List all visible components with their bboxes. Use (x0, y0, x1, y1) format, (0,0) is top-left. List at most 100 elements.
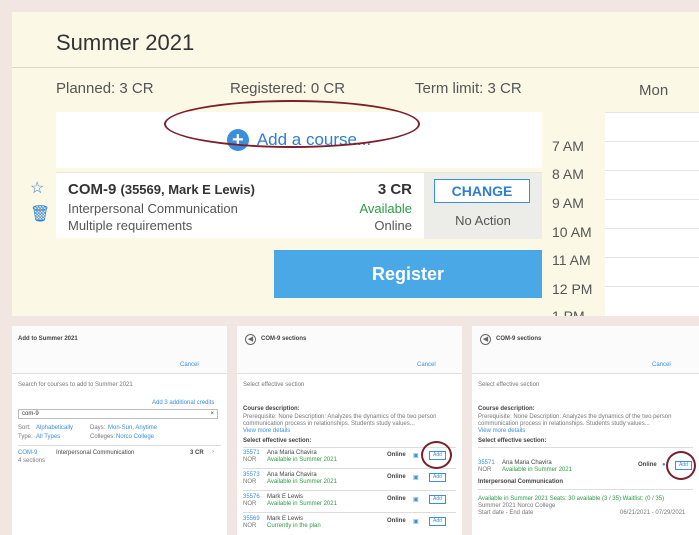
section-id[interactable]: 35573 (243, 472, 260, 478)
cancel-button[interactable]: Cancel (652, 362, 671, 368)
calendar-icon[interactable]: ▣ (413, 452, 419, 459)
section-mode: Online (638, 462, 657, 468)
term-card: Summer 2021 Planned: 3 CR Registered: 0 … (12, 12, 699, 316)
term-college: Summer 2021 Norco College (478, 503, 556, 509)
section-mode: Online (387, 452, 406, 458)
panel-title: COM-9 sections (261, 336, 307, 342)
section-status: Available in Summer 2021 (267, 501, 337, 507)
section-instructor: Mark E Lewis (267, 516, 304, 522)
view-more-link[interactable]: View more details (243, 428, 290, 434)
action-status: No Action (455, 213, 511, 228)
back-icon[interactable]: ◀ (480, 334, 491, 345)
calendar-column (605, 112, 699, 316)
section-id[interactable]: 35576 (243, 494, 260, 500)
trash-icon[interactable]: 🗑 (30, 204, 50, 224)
add-section-button[interactable]: Add (675, 461, 692, 470)
colleges-value[interactable]: Norco College (116, 434, 154, 440)
divider (12, 67, 699, 68)
term-title: Summer 2021 (56, 30, 195, 55)
cancel-button[interactable]: Cancel (180, 362, 199, 368)
section-status: Available in Summer 2021 (267, 479, 337, 485)
course-code-text: COM-9 (68, 181, 117, 198)
calendar-row (605, 199, 699, 200)
panel-hint: Search for courses to add to Summer 2021 (18, 382, 133, 388)
section-mode: Online (387, 474, 406, 480)
planned-credits: Planned: 3 CR (56, 80, 154, 97)
add-course-panel: Add to Summer 2021 Cancel Search for cou… (12, 326, 227, 535)
divider (243, 512, 456, 513)
add-section-button[interactable]: Add (429, 517, 446, 526)
add-section-button[interactable]: Add (429, 495, 446, 504)
section-id[interactable]: 35569 (243, 516, 260, 522)
section-mode: Online (387, 518, 406, 524)
course-status: Available (359, 201, 412, 216)
calendar-row (605, 170, 699, 171)
calendar-icon[interactable]: ▣ (413, 518, 419, 525)
course-title: Interpersonal Communication (68, 201, 238, 216)
course-title: Interpersonal Communication (478, 479, 564, 485)
planned-course-card: COM-9 (35569, Mark E Lewis) Interpersona… (56, 172, 542, 239)
section-college: NOR (243, 501, 257, 507)
section-college: NOR (478, 467, 492, 473)
time-label: 10 AM (552, 224, 592, 240)
panel-title: Add to Summer 2021 (18, 336, 78, 342)
chevron-right-icon: › (212, 449, 214, 455)
result-credits: 3 CR (190, 450, 204, 456)
divider (243, 447, 456, 448)
toggle-icon[interactable]: ● (662, 462, 666, 468)
days-value[interactable]: Mon-Sun, Anytime (108, 425, 157, 431)
course-search-input[interactable]: com-9 × (18, 409, 218, 419)
section-instructor: Ana Maria Chavira (267, 472, 317, 478)
course-requirements: Multiple requirements (68, 218, 193, 233)
time-label: 7 AM (552, 138, 584, 154)
calendar-day-header: Mon (639, 82, 669, 99)
add-section-button[interactable]: Add (429, 473, 446, 482)
term-limit: Term limit: 3 CR (415, 80, 522, 97)
section-college: NOR (243, 523, 257, 529)
description-text: communication process in relationships. … (243, 421, 415, 427)
description-text: Prerequisite: None Description: Analyzes… (243, 414, 437, 420)
add-course-button[interactable]: + Add a course... (56, 112, 542, 168)
sections-label: Select effective section: (243, 438, 312, 444)
result-code: COM-9 (18, 450, 38, 456)
change-button[interactable]: CHANGE (434, 179, 530, 203)
description-label: Course description: (243, 406, 300, 412)
type-label: Type: (18, 434, 33, 440)
search-value: com-9 (22, 411, 39, 417)
add-section-button[interactable]: Add (429, 451, 446, 460)
time-label: 9 AM (552, 195, 584, 211)
divider (478, 447, 693, 448)
plus-icon: + (226, 129, 249, 151)
cancel-button[interactable]: Cancel (417, 362, 436, 368)
section-id[interactable]: 35571 (478, 460, 495, 466)
seats-info: Available in Summer 2021 Seats: 30 avail… (478, 496, 665, 502)
section-instructor: Ana Maria Chavira (502, 460, 552, 466)
time-label: 8 AM (552, 166, 584, 182)
description-text: Prerequisite: None Description: Analyzes… (478, 414, 672, 420)
section-college: NOR (243, 457, 257, 463)
clear-icon[interactable]: × (210, 411, 214, 417)
calendar-icon[interactable]: ▣ (413, 474, 419, 481)
panel-hint: Select effective section (478, 382, 540, 388)
course-code: COM-9 (35569, Mark E Lewis) (68, 181, 255, 198)
sections-panel: ◀ COM-9 sections Cancel Select effective… (237, 326, 462, 535)
sort-value[interactable]: Alphabetically (36, 425, 73, 431)
back-icon[interactable]: ◀ (245, 334, 256, 345)
calendar-row (605, 286, 699, 287)
panel-title: COM-9 sections (496, 336, 542, 342)
register-button[interactable]: Register (274, 250, 542, 298)
calendar-row (605, 257, 699, 258)
type-value[interactable]: All Types (36, 434, 60, 440)
date-label: Start date - End date (478, 510, 534, 516)
section-id[interactable]: 35571 (243, 450, 260, 456)
star-icon[interactable]: ☆ (30, 178, 44, 198)
add-credits-link[interactable]: Add 3 additional credits (152, 400, 214, 406)
course-mode: Online (374, 218, 412, 233)
calendar-icon[interactable]: ▣ (413, 496, 419, 503)
days-label: Days: (90, 425, 106, 431)
description-text: communication process in relationships. … (478, 421, 650, 427)
view-more-link[interactable]: View more details (478, 428, 525, 434)
divider (478, 489, 693, 490)
description-label: Course description: (478, 406, 535, 412)
divider (243, 490, 456, 491)
